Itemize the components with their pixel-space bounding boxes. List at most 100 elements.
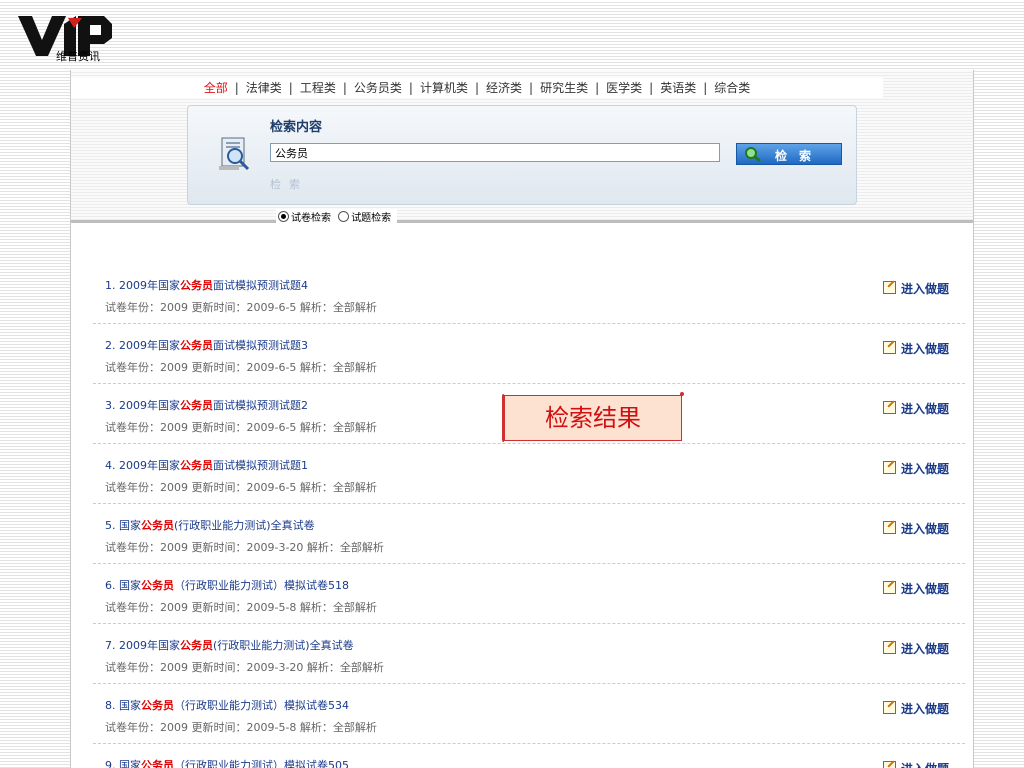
- separator: |: [529, 81, 534, 95]
- result-meta: 试卷年份：2009 更新时间：2009-3-20 解析：全部解析: [105, 541, 384, 554]
- result-row: 1. 2009年国家公务员面试模拟预测试题4 试卷年份：2009 更新时间：200…: [93, 264, 965, 324]
- result-keyword: 公务员: [180, 639, 213, 652]
- category-computer[interactable]: 计算机类: [420, 81, 468, 95]
- separator: |: [649, 81, 654, 95]
- category-general[interactable]: 综合类: [714, 81, 750, 95]
- enter-practice-label: 进入做题: [900, 402, 949, 416]
- result-row: 4. 2009年国家公务员面试模拟预测试题1 试卷年份：2009 更新时间：200…: [93, 444, 965, 504]
- separator: |: [595, 81, 600, 95]
- search-title: 检索内容: [270, 120, 323, 135]
- result-row: 2. 2009年国家公务员面试模拟预测试题3 试卷年份：2009 更新时间：200…: [93, 324, 965, 384]
- result-title-link[interactable]: 9. 国家公务员（行政职业能力测试）模拟试卷505: [105, 757, 349, 768]
- edit-icon: [882, 281, 896, 294]
- result-title-pre: 2009年国家: [119, 279, 180, 292]
- result-row: 5. 国家公务员(行政职业能力测试)全真试卷试卷年份：2009 更新时间：200…: [93, 504, 965, 564]
- result-title-pre: 国家: [119, 579, 141, 592]
- category-medical[interactable]: 医学类: [606, 81, 642, 95]
- enter-practice-label: 进入做题: [900, 522, 949, 536]
- enter-practice-button[interactable]: 进入做题: [882, 280, 949, 297]
- result-title-post: (行政职业能力测试)全真试卷: [174, 519, 315, 532]
- result-title-link[interactable]: 5. 国家公务员(行政职业能力测试)全真试卷: [105, 517, 315, 533]
- result-meta: 试卷年份：2009 更新时间：2009-6-5 解析：全部解析: [105, 361, 377, 374]
- result-number: 2.: [105, 339, 116, 352]
- result-number: 7.: [105, 639, 116, 652]
- result-title-pre: 2009年国家: [119, 399, 180, 412]
- result-title-link[interactable]: 7. 2009年国家公务员(行政职业能力测试)全真试卷: [105, 637, 354, 653]
- enter-practice-label: 进入做题: [900, 462, 949, 476]
- result-meta: 试卷年份：2009 更新时间：2009-5-8 解析：全部解析: [105, 601, 377, 614]
- result-keyword: 公务员: [141, 759, 174, 768]
- result-meta: 试卷年份：2009 更新时间：2009-3-20 解析：全部解析: [105, 661, 384, 674]
- result-title-post: (行政职业能力测试)全真试卷: [213, 639, 354, 652]
- enter-practice-button[interactable]: 进入做题: [882, 400, 949, 417]
- result-title-link[interactable]: 4. 2009年国家公务员面试模拟预测试题1: [105, 457, 308, 473]
- edit-icon: [882, 341, 896, 354]
- enter-practice-button[interactable]: 进入做题: [882, 580, 949, 597]
- question-search-label[interactable]: 试题检索: [351, 213, 391, 224]
- separator: |: [703, 81, 708, 95]
- category-law[interactable]: 法律类: [246, 81, 282, 95]
- search-button[interactable]: 检索: [736, 143, 842, 165]
- enter-practice-label: 进入做题: [901, 762, 949, 768]
- edit-icon: [882, 701, 896, 714]
- result-meta: 试卷年份：2009 更新时间：2009-6-5 解析：全部解析: [105, 481, 377, 494]
- separator: |: [342, 81, 347, 95]
- paper-search-label[interactable]: 试卷检索: [291, 213, 331, 224]
- enter-practice-label: 进入做题: [900, 582, 949, 596]
- result-number: 9.: [105, 759, 116, 768]
- search-input[interactable]: [270, 143, 720, 162]
- result-title-post: （行政职业能力测试）模拟试卷534: [174, 699, 349, 712]
- category-english[interactable]: 英语类: [660, 81, 696, 95]
- result-keyword: 公务员: [180, 279, 213, 292]
- result-number: 1.: [105, 279, 116, 292]
- separator: |: [234, 81, 239, 95]
- result-number: 3.: [105, 399, 116, 412]
- result-title-link[interactable]: 8. 国家公务员（行政职业能力测试）模拟试卷534: [105, 697, 349, 713]
- enter-practice-button[interactable]: 进入做题: [882, 700, 949, 717]
- result-row: 8. 国家公务员（行政职业能力测试）模拟试卷534 试卷年份：2009 更新时间：…: [93, 684, 965, 744]
- result-number: 4.: [105, 459, 116, 472]
- category-engineering[interactable]: 工程类: [300, 81, 336, 95]
- result-keyword: 公务员: [180, 339, 213, 352]
- enter-practice-label: 进入做题: [900, 642, 949, 656]
- result-title-link[interactable]: 6. 国家公务员（行政职业能力测试）模拟试卷518: [105, 577, 349, 593]
- result-keyword: 公务员: [141, 519, 174, 532]
- paper-search-radio[interactable]: [278, 211, 289, 222]
- result-title-pre: 国家: [119, 519, 141, 532]
- category-all[interactable]: 全部: [204, 81, 228, 95]
- edit-icon: [882, 761, 896, 768]
- result-number: 5.: [105, 519, 116, 532]
- result-keyword: 公务员: [180, 399, 213, 412]
- enter-practice-button[interactable]: 进入做题: [882, 640, 949, 657]
- category-graduate[interactable]: 研究生类: [540, 81, 588, 95]
- result-row: 7. 2009年国家公务员(行政职业能力测试)全真试卷试卷年份：2009 更新时…: [93, 624, 965, 684]
- search-area: 全部 | 法律类 | 工程类 | 公务员类 | 计算机类 | 经济类 | 研究生类 | 医学类 | 英语类 | 综合…: [71, 70, 973, 224]
- result-title-link[interactable]: 2. 2009年国家公务员面试模拟预测试题3: [105, 337, 308, 353]
- result-title-post: 面试模拟预测试题4: [213, 279, 308, 292]
- enter-practice-label: 进入做题: [900, 342, 949, 356]
- question-search-radio[interactable]: [338, 211, 350, 222]
- results-list: 1. 2009年国家公务员面试模拟预测试题4 试卷年份：2009 更新时间：200…: [93, 264, 965, 768]
- enter-practice-button[interactable]: 进入做题: [882, 340, 949, 357]
- document-search-icon: [219, 137, 250, 171]
- category-economics[interactable]: 经济类: [486, 81, 522, 95]
- result-title-pre: 国家: [119, 759, 141, 768]
- enter-practice-button[interactable]: 进入做题: [882, 760, 949, 768]
- result-number: 8.: [105, 699, 116, 712]
- result-number: 6.: [105, 579, 116, 592]
- separator: |: [288, 81, 293, 95]
- category-civil-servant[interactable]: 公务员类: [354, 81, 402, 95]
- edit-icon: [882, 521, 896, 534]
- search-button-label: 检索: [775, 149, 824, 163]
- result-meta: 试卷年份：2009 更新时间：2009-6-5 解析：全部解析: [105, 301, 377, 314]
- result-title-post: 面试模拟预测试题1: [213, 459, 308, 472]
- result-title-link[interactable]: 1. 2009年国家公务员面试模拟预测试题4: [105, 277, 308, 293]
- result-keyword: 公务员: [180, 459, 213, 472]
- result-row: 6. 国家公务员（行政职业能力测试）模拟试卷518 试卷年份：2009 更新时间：…: [93, 564, 965, 624]
- enter-practice-button[interactable]: 进入做题: [882, 460, 949, 477]
- edit-icon: [882, 401, 896, 414]
- search-sub-label: 检索: [270, 178, 308, 191]
- enter-practice-button[interactable]: 进入做题: [882, 520, 949, 537]
- result-title-link[interactable]: 3. 2009年国家公务员面试模拟预测试题2: [105, 397, 308, 413]
- result-title-post: 面试模拟预测试题2: [213, 399, 308, 412]
